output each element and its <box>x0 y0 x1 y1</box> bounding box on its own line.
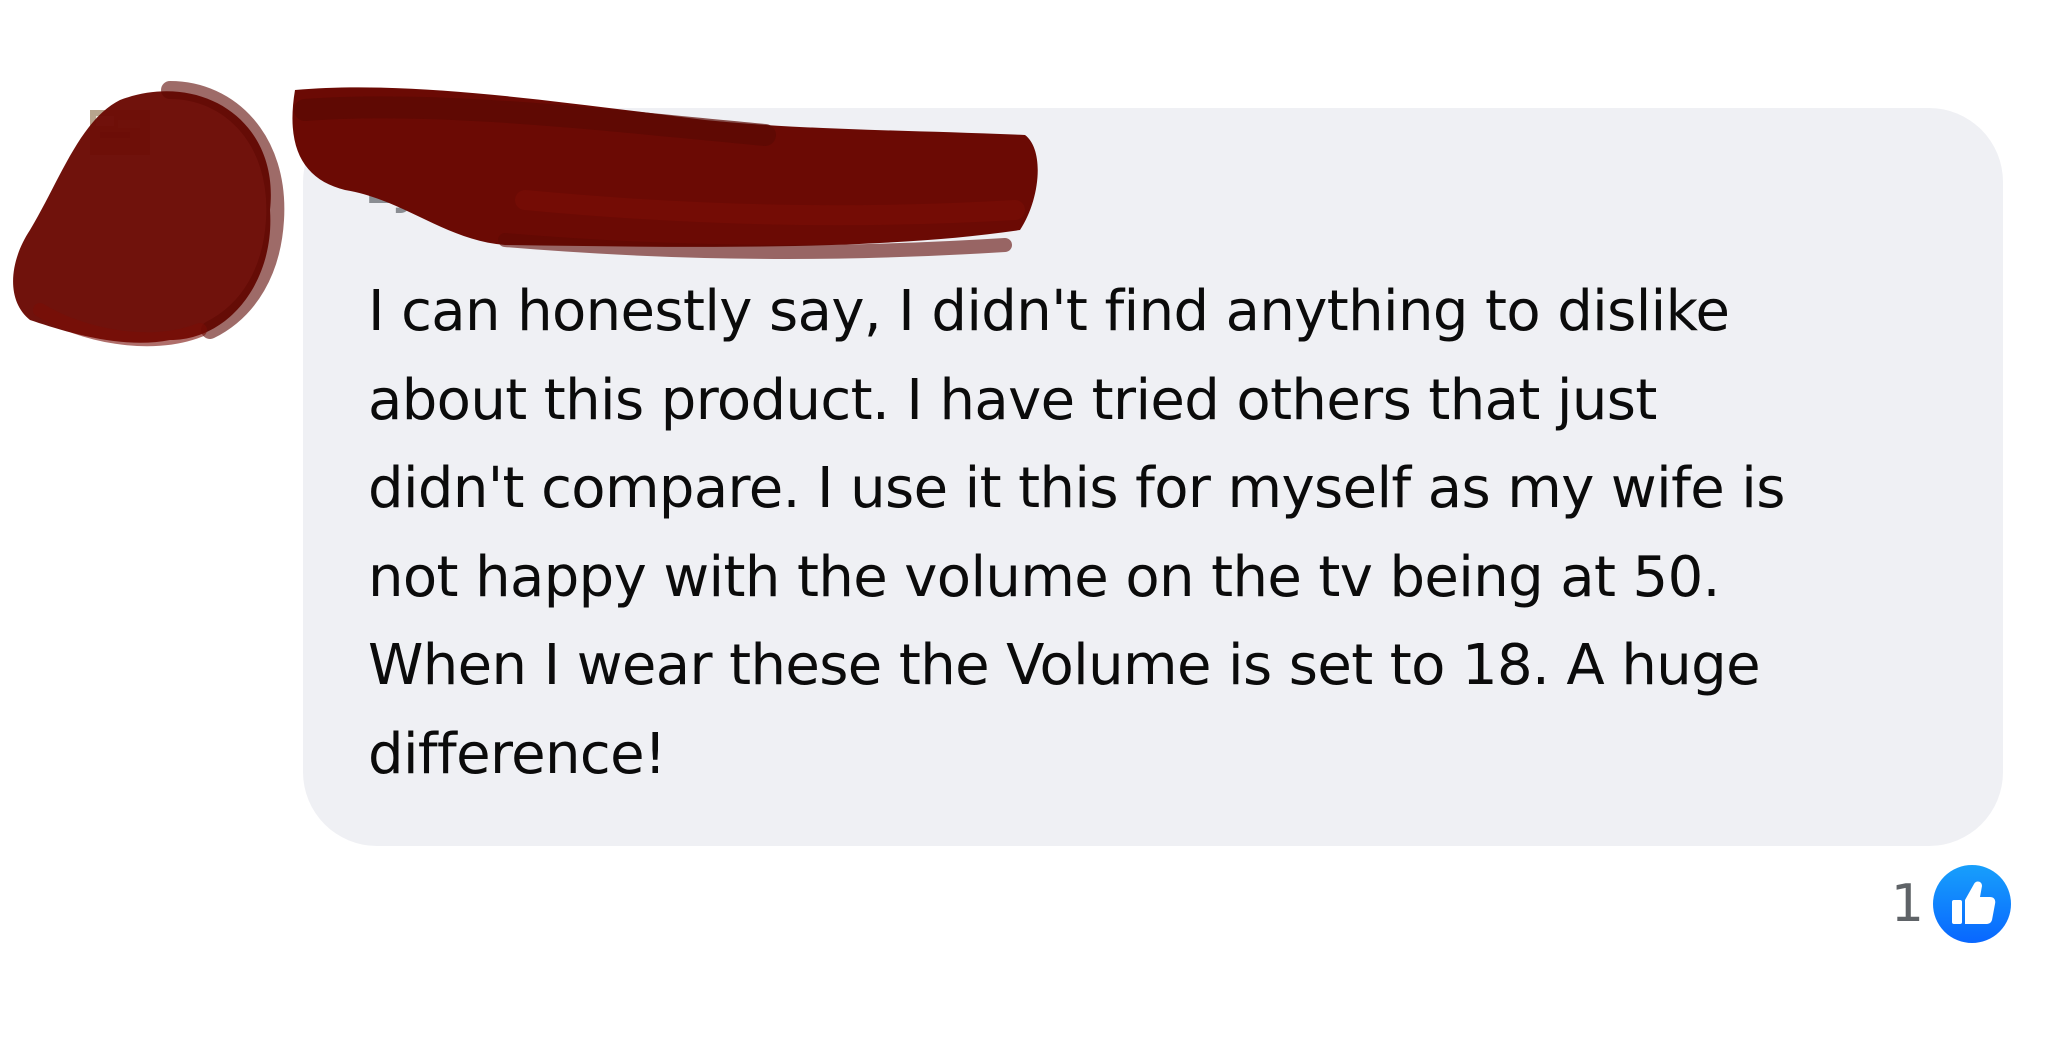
comment-text-line: I can honestly say, I didn't find anythi… <box>368 279 1730 344</box>
avatar-redaction <box>13 81 285 347</box>
comment-text: I can honestly say, I didn't find anythi… <box>368 268 1988 799</box>
comment-text-line: not happy with the volume on the tv bein… <box>368 544 1720 610</box>
comment-text-line: about this product. I have tried others … <box>368 367 1657 433</box>
reactions-summary[interactable]: 1 <box>1890 863 2014 945</box>
avatar[interactable] <box>0 60 300 360</box>
comment-text-line: didn't compare. I use it this for myself… <box>368 456 1785 521</box>
name-redaction <box>292 87 1038 259</box>
comment-text-line: When I wear these the Volume is set to 1… <box>368 633 1761 698</box>
comment-text-line: difference! <box>368 721 666 787</box>
like-icon <box>1931 863 2013 945</box>
reaction-count: 1 <box>1890 874 1924 934</box>
